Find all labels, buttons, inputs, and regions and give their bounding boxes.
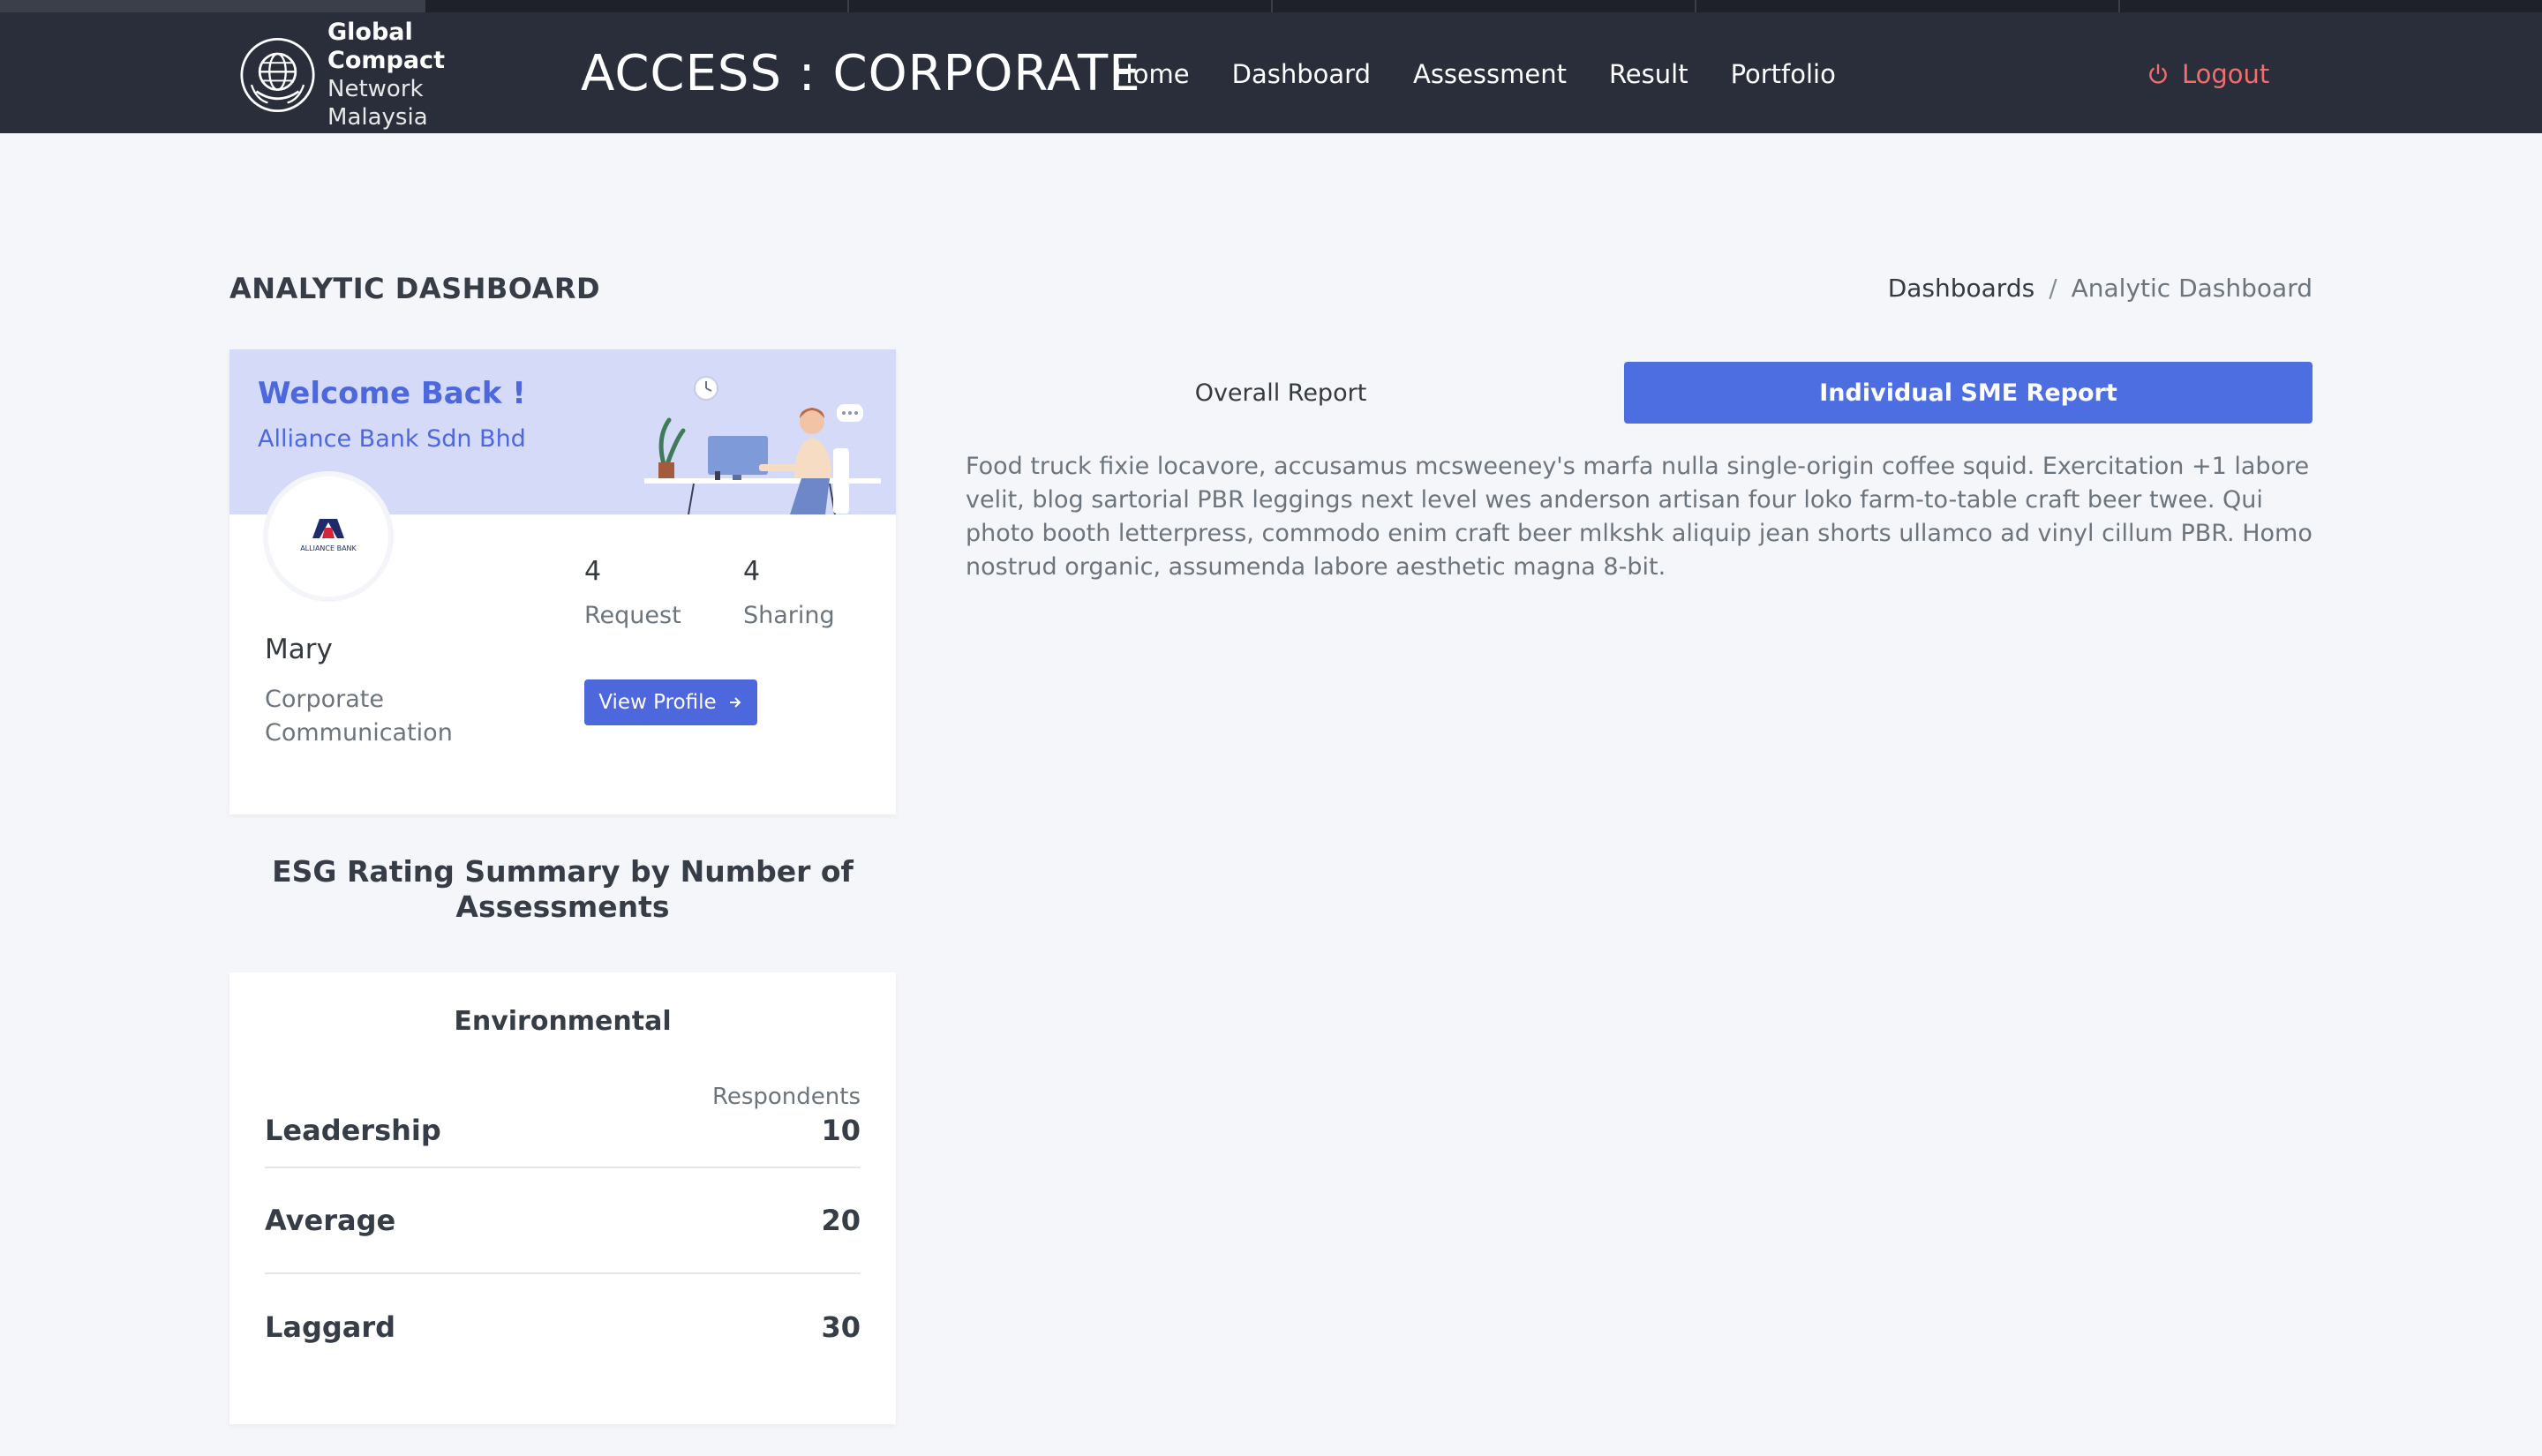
power-icon [2149,64,2167,84]
user-role: Corporate Communication [265,686,453,747]
logout-label: Logout [2182,59,2270,89]
esg-row-laggard: Laggard 30 [265,1274,861,1380]
browser-tab[interactable] [425,0,849,12]
esg-row-leadership: Leadership 10 [265,1094,861,1168]
browser-tab[interactable] [1696,0,2120,12]
company-name: Alliance Bank Sdn Bhd [258,425,526,453]
sharing-stat: 4 Sharing [743,554,835,629]
welcome-heading: Welcome Back ! [258,376,526,411]
view-profile-label: View Profile [598,691,717,714]
request-stat: 4 Request [584,554,681,629]
breadcrumb-separator: / [2049,274,2057,303]
row-label: Leadership [265,1114,441,1147]
avatar: ALLIANCE BANK [263,471,394,602]
nav-result[interactable]: Result [1609,56,1688,92]
row-label: Average [265,1204,396,1237]
un-global-compact-logo-icon [240,37,315,113]
browser-tab[interactable] [0,0,425,12]
row-value: 10 [821,1114,861,1147]
arrow-right-icon [729,697,741,708]
avatar-logo-text: ALLIANCE BANK [300,544,357,552]
browser-tab-strip [0,0,2542,12]
top-navbar: Global Compact Network Malaysia ACCESS :… [0,12,2542,133]
breadcrumb: Dashboards / Analytic Dashboard [1888,274,2313,303]
logo-line-1: Global Compact [327,19,445,74]
access-title: ACCESS : CORPORATE [581,45,1141,102]
logout-button[interactable]: Logout [2147,56,2269,92]
welcome-card: Welcome Back ! Alliance Bank Sdn Bhd ALL… [229,349,896,814]
alliance-bank-logo-icon: ALLIANCE BANK [300,519,357,552]
breadcrumb-dashboards[interactable]: Dashboards [1888,274,2035,303]
view-profile-button[interactable]: View Profile [584,679,757,725]
esg-row-average: Average 20 [265,1168,861,1274]
page-title: ANALYTIC DASHBOARD [229,272,601,305]
environmental-title: Environmental [454,1006,672,1037]
workspace-illustration-icon [644,376,881,514]
logo-line-2: Network Malaysia [327,76,428,131]
nav-portfolio[interactable]: Portfolio [1731,56,1836,92]
brand-logo[interactable]: Global Compact Network Malaysia [240,19,523,131]
nav-dashboard[interactable]: Dashboard [1232,56,1371,92]
report-tab-content: Food truck fixie locavore, accusamus mcs… [966,453,2313,581]
row-value: 30 [821,1310,861,1344]
user-name: Mary [265,634,333,665]
tab-individual-sme-report[interactable]: Individual SME Report [1624,362,2313,424]
main-nav: Home Dashboard Assessment Result Portfol… [1114,56,1836,92]
esg-summary-title: ESG Rating Summary by Number of Assessme… [272,854,854,924]
row-value: 20 [821,1204,861,1237]
sharing-count: 4 [743,556,761,587]
nav-home[interactable]: Home [1114,56,1190,92]
row-label: Laggard [265,1310,396,1344]
environmental-card: Environmental Respondents Leadership 10 … [229,972,896,1424]
nav-assessment[interactable]: Assessment [1413,56,1567,92]
browser-tab[interactable] [1273,0,1696,12]
browser-tab[interactable] [849,0,1273,12]
breadcrumb-current: Analytic Dashboard [2071,274,2313,303]
request-label: Request [584,602,681,629]
tab-overall-report[interactable]: Overall Report [966,362,1596,424]
request-count: 4 [584,556,602,587]
sharing-label: Sharing [743,602,835,629]
